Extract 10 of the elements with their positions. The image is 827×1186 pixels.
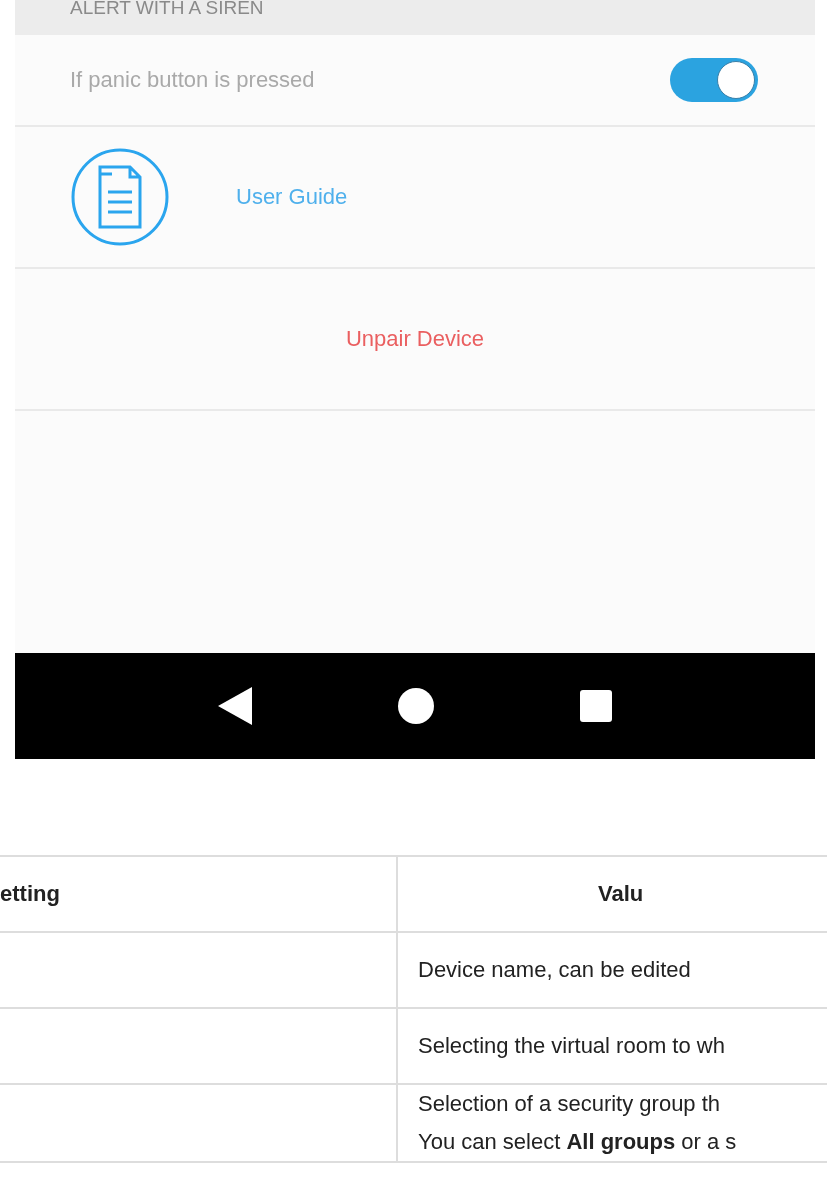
back-icon[interactable] xyxy=(218,687,252,725)
column-header: Valu xyxy=(397,856,827,932)
document-icon xyxy=(70,147,170,247)
toggle-label: If panic button is pressed xyxy=(70,67,315,93)
column-header: etting xyxy=(0,856,397,932)
user-guide-link[interactable]: User Guide xyxy=(236,184,348,210)
toggle-switch[interactable] xyxy=(670,58,758,102)
unpair-device-button[interactable]: Unpair Device xyxy=(339,325,491,353)
section-header: ALERT WITH A SIREN xyxy=(15,0,815,35)
home-icon[interactable] xyxy=(398,688,434,724)
